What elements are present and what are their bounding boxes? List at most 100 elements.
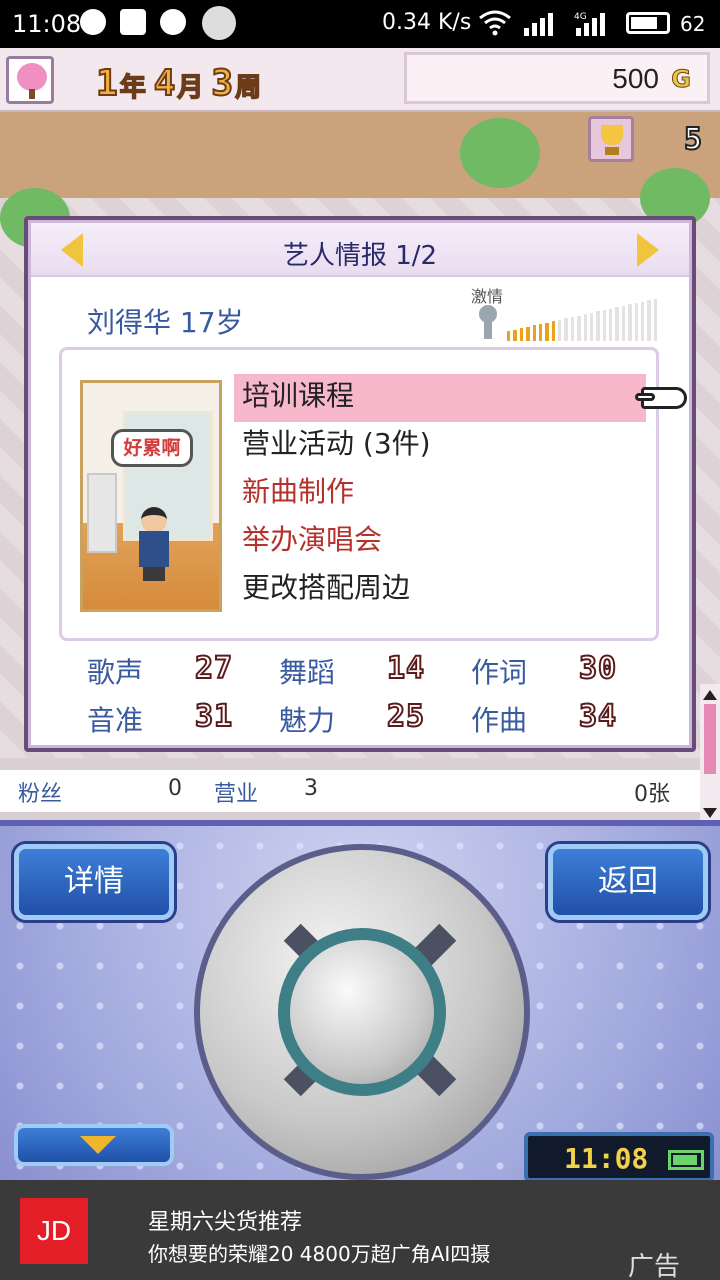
- stat-value: 30: [578, 650, 618, 687]
- qq-icon: [80, 9, 106, 35]
- gold-unit: G: [671, 65, 692, 94]
- menu-item[interactable]: 举办演唱会: [234, 518, 646, 566]
- passion-meter-bar: [628, 304, 632, 341]
- passion-meter-bar: [538, 324, 543, 341]
- passion-meter-bar: [640, 301, 645, 341]
- passion-meter: [507, 295, 657, 341]
- ad-headline: 星期六尖货推荐: [148, 1210, 303, 1235]
- passion-meter-bar: [519, 328, 524, 341]
- artist-menu-card: 好累啊 培训课程 营业活动 (3件) 新曲制作 举办演唱会 更改搭配周边: [59, 347, 659, 641]
- stat-label: 舞蹈: [279, 656, 336, 689]
- expand-down-button[interactable]: [14, 1124, 174, 1166]
- artist-sprite: [141, 507, 167, 533]
- passion-meter-bar: [526, 326, 530, 341]
- passion-meter-bar: [602, 310, 606, 341]
- ad-banner[interactable]: JD 星期六尖货推荐 你想要的荣耀20 4800万超广角AI四摄 广告: [0, 1180, 720, 1280]
- list-scrollbar[interactable]: [700, 684, 720, 820]
- passion-meter-bar: [507, 331, 511, 341]
- status-bar: 11:08 0.34 K/s 4G 62: [0, 0, 720, 48]
- stat-label: 音准: [87, 704, 144, 737]
- battery-percent: 62: [680, 12, 706, 36]
- business-value: 3: [304, 776, 318, 801]
- business-label: 营业: [214, 782, 259, 807]
- ad-label: 广告: [628, 1252, 681, 1280]
- back-button[interactable]: 返回: [548, 844, 708, 920]
- battery-icon: [626, 12, 670, 34]
- passion-meter-bar: [615, 307, 619, 341]
- passion-meter-bar: [545, 322, 549, 341]
- artist-action-menu: 培训课程 营业活动 (3件) 新曲制作 举办演唱会 更改搭配周边: [234, 374, 646, 614]
- detail-button[interactable]: 详情: [14, 844, 174, 920]
- date-week-unit: 周: [234, 72, 262, 104]
- artist-info-dialog: 艺人情报 1/2 刘得华 17岁 激情 好累啊 培训课程 营业活动 (3件) 新曲制…: [24, 216, 696, 752]
- passion-meter-bar: [570, 317, 575, 341]
- tree-decoration: [460, 118, 540, 188]
- signal-4g-icon: 4G: [574, 12, 605, 36]
- game-date: 1 年 4 月 3 周: [95, 56, 267, 105]
- stat-value: 27: [194, 650, 234, 687]
- passion-meter-bar: [551, 321, 555, 341]
- passion-meter-bar: [647, 300, 651, 341]
- mail-icon: [120, 9, 146, 35]
- tree-menu-button[interactable]: [6, 56, 54, 104]
- gold-amount: 500: [612, 63, 659, 94]
- stat-label: 作曲: [471, 704, 528, 737]
- scroll-down-icon[interactable]: [703, 808, 717, 818]
- dialog-title: 艺人情报 1/2: [282, 241, 438, 271]
- stat-value: 34: [578, 698, 618, 735]
- speech-bubble: 好累啊: [111, 429, 193, 467]
- wifi-icon: [479, 10, 511, 36]
- svg-text:4G: 4G: [574, 12, 587, 22]
- ad-subline: 你想要的荣耀20 4800万超广角AI四摄: [148, 1242, 491, 1266]
- passion-meter-bar: [621, 305, 626, 341]
- passion-meter-bar: [577, 315, 581, 341]
- game-top-bar: 1 年 4 月 3 周 500 G: [0, 48, 720, 112]
- stat-label: 作词: [471, 656, 528, 689]
- passion-person-icon: [475, 305, 501, 339]
- menu-item[interactable]: 新曲制作: [234, 470, 646, 518]
- fans-value: 0: [168, 776, 182, 801]
- passion-meter-bar: [596, 311, 600, 341]
- menu-item[interactable]: 营业活动 (3件): [234, 422, 646, 470]
- date-year: 1: [95, 62, 119, 105]
- menu-item[interactable]: 培训课程: [234, 374, 646, 422]
- signal-icon: [524, 13, 553, 36]
- stat-value: 31: [194, 698, 234, 735]
- date-month: 4: [153, 62, 177, 105]
- passion-meter-bar: [589, 312, 594, 341]
- date-week: 3: [210, 62, 234, 105]
- passion-meter-bar: [532, 325, 536, 341]
- gold-display: 500 G: [404, 52, 710, 104]
- dialog-header: 艺人情报 1/2: [31, 223, 689, 277]
- dpad-center-button[interactable]: [278, 928, 446, 1096]
- game-screen: 1 年 4 月 3 周 500 G 5 艺人情报 1/2 刘得华 17岁 激情: [0, 48, 720, 820]
- scroll-up-icon[interactable]: [703, 690, 717, 700]
- artist-portrait: 好累啊: [80, 380, 222, 612]
- trophy-count: 5: [683, 121, 703, 158]
- panda-icon: [202, 6, 236, 40]
- passion-meter-bar: [583, 314, 587, 341]
- passion-meter-bar: [558, 319, 562, 341]
- game-clock: 11:08: [524, 1132, 714, 1182]
- arrow-down-icon: [80, 1136, 116, 1154]
- next-artist-arrow-icon[interactable]: [637, 233, 659, 267]
- menu-item[interactable]: 更改搭配周边: [234, 566, 646, 614]
- stat-value: 14: [386, 650, 426, 687]
- dpad-control[interactable]: [194, 844, 530, 1180]
- jd-logo: JD: [20, 1198, 88, 1264]
- clock-time: 11:08: [564, 1142, 649, 1175]
- passion-meter-bar: [634, 303, 638, 341]
- check-icon: [160, 9, 186, 35]
- trophy-button[interactable]: [588, 116, 634, 162]
- status-time: 11:08: [12, 10, 82, 38]
- stat-label: 魅力: [279, 704, 336, 737]
- artist-summary-row: 粉丝 0 营业 3 0张: [0, 770, 700, 812]
- trophy-icon: [601, 125, 623, 145]
- date-year-unit: 年: [119, 72, 147, 104]
- net-speed: 0.34 K/s: [382, 10, 472, 35]
- passion-meter-bar: [513, 329, 517, 341]
- tree-icon: [17, 63, 47, 91]
- songs-value: 0张: [634, 782, 670, 807]
- fans-label: 粉丝: [18, 782, 63, 807]
- passion-meter-bar: [653, 298, 657, 341]
